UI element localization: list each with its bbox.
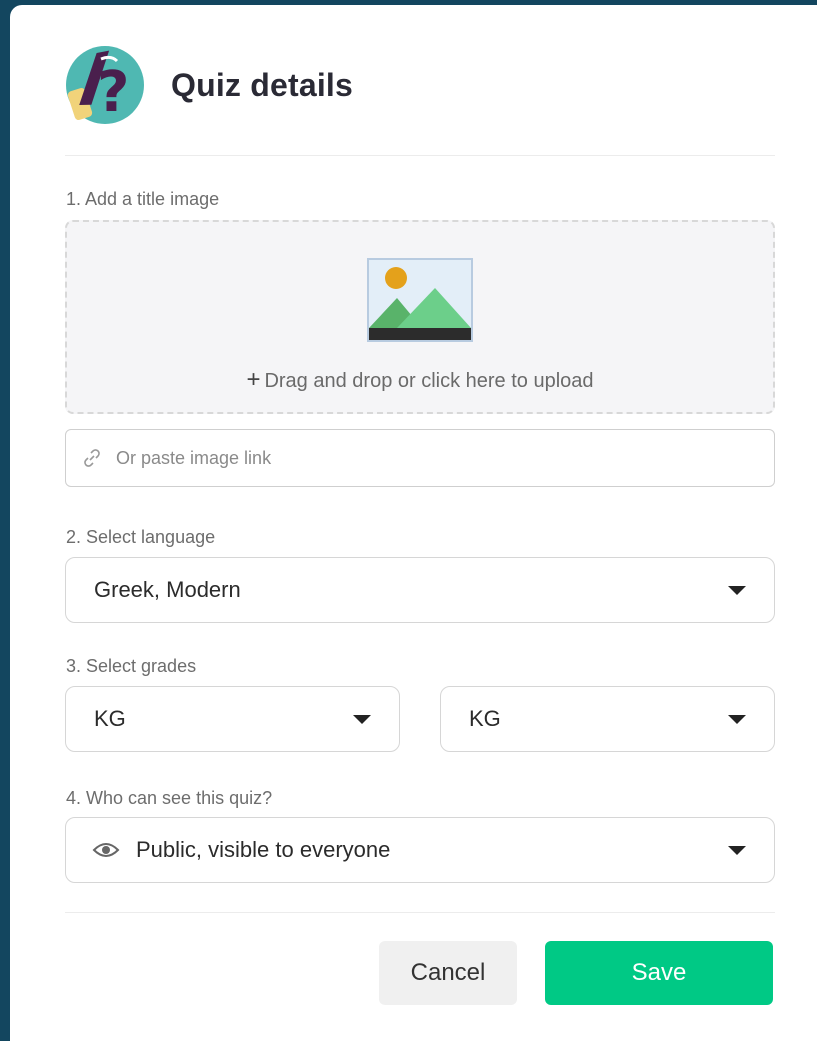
grade-to-value: KG bbox=[469, 706, 501, 731]
eye-icon bbox=[92, 843, 120, 857]
plus-icon: + bbox=[246, 366, 261, 393]
image-link-field[interactable] bbox=[65, 429, 775, 487]
title-image-label: 1. Add a title image bbox=[66, 189, 220, 209]
grades-label: 3. Select grades bbox=[66, 656, 197, 676]
visibility-selected-value: Public, visible to everyone bbox=[136, 837, 391, 862]
chevron-down-icon bbox=[353, 714, 371, 724]
image-placeholder-icon bbox=[367, 258, 473, 342]
chevron-down-icon bbox=[728, 845, 746, 855]
dialog-title: Quiz details bbox=[171, 66, 353, 103]
visibility-label: 4. Who can see this quiz? bbox=[66, 788, 273, 808]
grade-to-select[interactable]: KG bbox=[440, 686, 775, 752]
language-select[interactable]: Greek, Modern bbox=[65, 557, 775, 623]
header-divider bbox=[65, 155, 775, 156]
dropzone-text-label: Drag and drop or click here to upload bbox=[264, 370, 594, 392]
grade-from-value: KG bbox=[94, 706, 126, 731]
image-upload-dropzone[interactable]: + Drag and drop or click here to upload bbox=[65, 220, 775, 414]
language-selected-value: Greek, Modern bbox=[94, 577, 241, 602]
quiz-question-pencil-icon: ? bbox=[66, 46, 144, 125]
chevron-down-icon bbox=[728, 585, 746, 595]
svg-text:?: ? bbox=[97, 60, 129, 125]
link-icon bbox=[84, 449, 100, 467]
cancel-button[interactable]: Cancel bbox=[379, 941, 517, 1005]
grade-from-select[interactable]: KG bbox=[65, 686, 400, 752]
save-button[interactable]: Save bbox=[545, 941, 773, 1005]
dropzone-text: + Drag and drop or click here to upload bbox=[67, 366, 773, 394]
dialog-header: ? Quiz details bbox=[65, 45, 353, 125]
chevron-down-icon bbox=[728, 714, 746, 724]
visibility-select[interactable]: Public, visible to everyone bbox=[65, 817, 775, 883]
image-link-input[interactable] bbox=[116, 447, 716, 469]
language-label: 2. Select language bbox=[66, 527, 216, 547]
footer-divider bbox=[65, 912, 775, 913]
quiz-details-dialog: ? Quiz details 1. Add a title image + Dra… bbox=[10, 5, 817, 1041]
